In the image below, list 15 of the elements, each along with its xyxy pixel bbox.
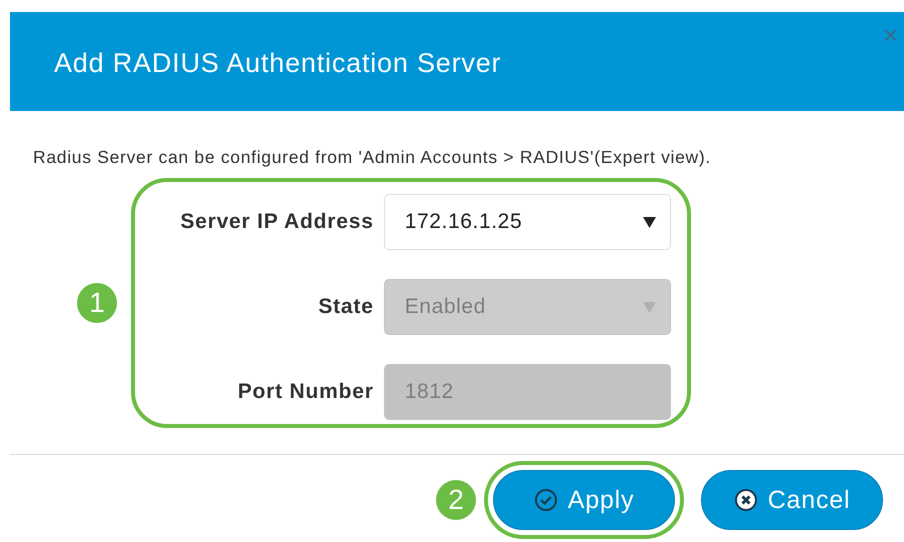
field-label: State (317, 295, 374, 319)
dropdown[interactable]: 172.16.1.25 (384, 194, 671, 250)
field-label: Port Number (236, 380, 374, 404)
caret-icon (643, 302, 656, 312)
apply-button[interactable]: Apply (493, 470, 675, 530)
close-button[interactable]: × (882, 22, 898, 48)
check-circle-icon (534, 488, 558, 512)
info-text: Radius Server can be configured from 'Admin Accounts > RADIUS'(Expert view). (33, 147, 712, 168)
close-circle-icon (734, 488, 758, 512)
cancel-button[interactable]: Cancel (701, 470, 883, 530)
step-badge: 1 (77, 283, 117, 323)
step-badge: 2 (436, 480, 476, 520)
caret-icon (643, 216, 656, 228)
field-label: Server IP Address (179, 210, 374, 234)
dialog-title: Add RADIUS Authentication Server (54, 48, 502, 79)
